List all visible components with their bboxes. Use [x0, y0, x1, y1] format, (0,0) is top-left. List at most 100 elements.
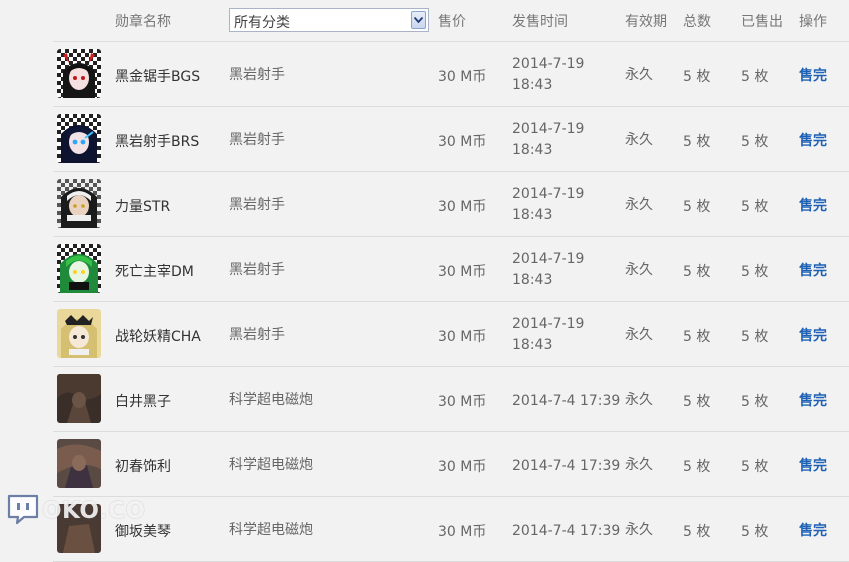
header-time: 发售时间	[512, 14, 568, 30]
table-row: 战轮妖精CHA 黑岩射手 30 M币 2014-7-19 18:43 永久 5 枚…	[53, 302, 849, 367]
medal-name: 黑岩射手BRS	[115, 134, 200, 150]
medal-sold: 5 枚	[741, 394, 769, 410]
header-total: 总数	[683, 14, 711, 30]
medal-price: 30 M币	[438, 329, 487, 345]
medal-name: 白井黑子	[115, 394, 171, 410]
medal-validity: 永久	[625, 457, 653, 473]
sold-out-link[interactable]: 售完	[799, 65, 827, 85]
medal-category: 科学超电磁炮	[229, 457, 313, 473]
medal-avatar-image	[57, 49, 101, 98]
medal-time: 2014-7-19 18:43	[512, 314, 622, 356]
medal-date: 2014-7-19	[512, 186, 585, 202]
medal-category: 黑岩射手	[229, 132, 285, 148]
medal-validity: 永久	[625, 197, 653, 213]
medal-category: 黑岩射手	[229, 327, 285, 343]
medal-clock: 18:43	[512, 207, 553, 223]
medal-category: 科学超电磁炮	[229, 522, 313, 538]
medal-sold: 5 枚	[741, 199, 769, 215]
medal-category: 黑岩射手	[229, 197, 285, 213]
medal-avatar-image	[57, 309, 101, 358]
medal-name: 死亡主宰DM	[115, 264, 194, 280]
medal-time: 2014-7-19 18:43	[512, 54, 622, 96]
medal-total: 5 枚	[683, 459, 711, 475]
medal-validity: 永久	[625, 392, 653, 408]
medal-avatar-image	[57, 179, 101, 228]
sold-out-link[interactable]: 售完	[799, 455, 827, 475]
medal-clock: 18:43	[512, 337, 553, 353]
medal-time: 2014-7-19 18:43	[512, 119, 622, 161]
medal-date: 2014-7-19	[512, 121, 585, 137]
medal-total: 5 枚	[683, 394, 711, 410]
medal-name: 黑金锯手BGS	[115, 69, 201, 85]
medal-sold: 5 枚	[741, 524, 769, 540]
header-price: 售价	[438, 14, 466, 30]
medal-category: 科学超电磁炮	[229, 392, 313, 408]
medal-clock: 18:43	[512, 142, 553, 158]
medal-avatar-image	[57, 374, 101, 423]
medal-name: 战轮妖精CHA	[115, 329, 201, 345]
watermark: OKO.CO	[6, 494, 146, 528]
medal-sold: 5 枚	[741, 69, 769, 85]
medal-sold: 5 枚	[741, 459, 769, 475]
medal-avatar-image	[57, 114, 101, 163]
sold-out-link[interactable]: 售完	[799, 325, 827, 345]
medal-category: 黑岩射手	[229, 67, 285, 83]
table-row: 御坂美琴 科学超电磁炮 30 M币 2014-7-4 17:39 永久 5 枚 …	[53, 497, 849, 562]
medal-table: 勋章名称 所有分类 售价 发售时间 有效期 总数 已售出 操作 黑金锯手BGS …	[53, 0, 849, 562]
medal-name: 初春饰利	[115, 459, 171, 475]
medal-validity: 永久	[625, 67, 653, 83]
medal-price: 30 M币	[438, 394, 487, 410]
medal-sold: 5 枚	[741, 264, 769, 280]
medal-validity: 永久	[625, 132, 653, 148]
sold-out-link[interactable]: 售完	[799, 130, 827, 150]
medal-time: 2014-7-4 17:39	[512, 458, 621, 474]
medal-price: 30 M币	[438, 459, 487, 475]
medal-date: 2014-7-19	[512, 56, 585, 72]
medal-name: 力量STR	[115, 199, 171, 215]
table-row: 黑岩射手BRS 黑岩射手 30 M币 2014-7-19 18:43 永久 5 枚…	[53, 107, 849, 172]
medal-time: 2014-7-19 18:43	[512, 184, 622, 226]
watermark-text: OKO.CO	[42, 498, 146, 524]
medal-clock: 18:43	[512, 77, 553, 93]
medal-sold: 5 枚	[741, 329, 769, 345]
medal-price: 30 M币	[438, 134, 487, 150]
table-header: 勋章名称 所有分类 售价 发售时间 有效期 总数 已售出 操作	[53, 0, 849, 42]
medal-sold: 5 枚	[741, 134, 769, 150]
medal-total: 5 枚	[683, 199, 711, 215]
category-select-value: 所有分类	[234, 15, 290, 31]
sold-out-link[interactable]: 售完	[799, 390, 827, 410]
sold-out-link[interactable]: 售完	[799, 195, 827, 215]
header-validity: 有效期	[625, 14, 667, 30]
medal-total: 5 枚	[683, 134, 711, 150]
table-row: 力量STR 黑岩射手 30 M币 2014-7-19 18:43 永久 5 枚 5…	[53, 172, 849, 237]
category-select[interactable]: 所有分类	[229, 8, 429, 32]
medal-total: 5 枚	[683, 524, 711, 540]
medal-date: 2014-7-19	[512, 316, 585, 332]
sold-out-link[interactable]: 售完	[799, 260, 827, 280]
medal-avatar-image	[57, 244, 101, 293]
medal-price: 30 M币	[438, 524, 487, 540]
medal-validity: 永久	[625, 327, 653, 343]
medal-price: 30 M币	[438, 199, 487, 215]
medal-time: 2014-7-4 17:39	[512, 523, 621, 539]
table-row: 白井黑子 科学超电磁炮 30 M币 2014-7-4 17:39 永久 5 枚 …	[53, 367, 849, 432]
table-row: 初春饰利 科学超电磁炮 30 M币 2014-7-4 17:39 永久 5 枚 …	[53, 432, 849, 497]
medal-validity: 永久	[625, 262, 653, 278]
header-name: 勋章名称	[115, 14, 171, 30]
sold-out-link[interactable]: 售完	[799, 520, 827, 540]
table-row: 死亡主宰DM 黑岩射手 30 M币 2014-7-19 18:43 永久 5 枚 …	[53, 237, 849, 302]
medal-total: 5 枚	[683, 264, 711, 280]
header-action: 操作	[799, 14, 827, 30]
table-row: 黑金锯手BGS 黑岩射手 30 M币 2014-7-19 18:43 永久 5 枚…	[53, 42, 849, 107]
medal-clock: 18:43	[512, 272, 553, 288]
medal-total: 5 枚	[683, 69, 711, 85]
medal-avatar-image	[57, 439, 101, 488]
medal-price: 30 M币	[438, 264, 487, 280]
medal-category: 黑岩射手	[229, 262, 285, 278]
medal-date: 2014-7-19	[512, 251, 585, 267]
medal-price: 30 M币	[438, 69, 487, 85]
chat-bubble-logo-icon	[6, 493, 40, 529]
chevron-down-icon[interactable]	[411, 11, 426, 29]
medal-time: 2014-7-4 17:39	[512, 393, 621, 409]
medal-total: 5 枚	[683, 329, 711, 345]
